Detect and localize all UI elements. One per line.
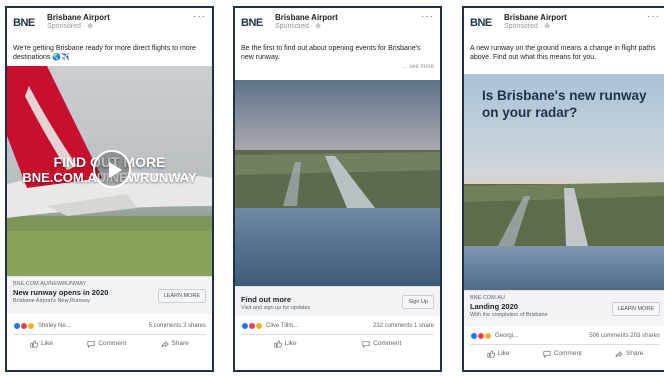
more-options-icon[interactable]: ··· bbox=[647, 11, 660, 22]
runway-photo[interactable]: Is Brisbane's new runway on your radar? bbox=[464, 74, 664, 290]
comment-share-count[interactable]: 232 comments 1 share bbox=[373, 323, 434, 329]
page-logo[interactable]: BNE bbox=[13, 17, 43, 29]
sponsored-label: Sponsored · ⊕ bbox=[275, 22, 321, 30]
page-name[interactable]: Brisbane Airport bbox=[504, 13, 567, 23]
share-icon bbox=[161, 340, 169, 347]
comment-icon bbox=[543, 350, 551, 358]
wow-reaction-icon bbox=[255, 322, 263, 330]
learn-more-button[interactable]: LEARN MORE bbox=[611, 301, 660, 316]
link-preview[interactable]: BNE.COM.AU/NEWRUNWAY New runway opens in… bbox=[7, 276, 212, 314]
sponsored-label: Sponsored · ⊕ bbox=[504, 22, 550, 30]
play-icon[interactable] bbox=[93, 150, 131, 188]
headline-overlay: Is Brisbane's new runway on your radar? bbox=[482, 88, 647, 120]
ad-card-radar: BNE Brisbane Airport Sponsored · ⊕ ··· A… bbox=[462, 6, 664, 372]
page-name[interactable]: Brisbane Airport bbox=[275, 13, 338, 23]
post-header: BNE Brisbane Airport Sponsored · ⊕ ··· bbox=[464, 8, 664, 44]
comment-button[interactable]: Comment bbox=[362, 340, 401, 348]
reactions-bar: Shirley Ne... 5 comments 3 shares bbox=[7, 318, 212, 334]
comment-icon bbox=[87, 340, 95, 348]
post-header: BNE Brisbane Airport Sponsored · ⊕ ··· bbox=[7, 8, 212, 44]
share-label: Share bbox=[626, 350, 644, 357]
like-button[interactable]: Like bbox=[30, 339, 54, 348]
like-label: Like bbox=[284, 340, 297, 347]
link-preview[interactable]: Find out more Visit and sign up for upda… bbox=[235, 286, 440, 316]
share-button[interactable]: Share bbox=[161, 340, 189, 348]
page-logo[interactable]: BNE bbox=[241, 17, 271, 29]
video-player[interactable]: FIND OUT MORE BNE.COM.AU/NEWRUNWAY bbox=[7, 66, 212, 276]
ad-card-video: BNE Brisbane Airport Sponsored · ⊕ ··· W… bbox=[5, 6, 214, 372]
post-actions: Like Comment bbox=[241, 334, 434, 352]
like-button[interactable]: Like bbox=[274, 339, 297, 348]
link-domain: BNE.COM.AU/NEWRUNWAY bbox=[13, 281, 87, 287]
share-button[interactable]: Share bbox=[615, 350, 643, 358]
thumbs-up-icon bbox=[30, 339, 39, 348]
reaction-names[interactable]: Clive Tillm... bbox=[266, 323, 298, 329]
reaction-names[interactable]: Georgi... bbox=[495, 333, 518, 339]
thumbs-up-icon bbox=[274, 339, 282, 348]
like-button[interactable]: Like bbox=[487, 349, 510, 358]
like-label: Like bbox=[497, 350, 510, 357]
thumbs-up-icon bbox=[487, 349, 495, 358]
runway-image bbox=[235, 80, 440, 286]
runway-photo[interactable] bbox=[235, 80, 440, 286]
ad-card-signup: BNE Brisbane Airport Sponsored · ⊕ ··· B… bbox=[233, 6, 442, 372]
comment-button[interactable]: Comment bbox=[543, 350, 582, 358]
post-header: BNE Brisbane Airport Sponsored · ⊕ ··· bbox=[235, 8, 440, 44]
page-logo[interactable]: BNE bbox=[470, 17, 500, 29]
more-options-icon[interactable]: ··· bbox=[421, 11, 434, 22]
learn-more-button[interactable]: LEARN MORE bbox=[157, 288, 206, 303]
reaction-names[interactable]: Shirley Ne... bbox=[38, 323, 71, 329]
comment-button[interactable]: Comment bbox=[87, 340, 126, 348]
link-preview[interactable]: BNE.COM.AU Landing 2020 With the complet… bbox=[464, 290, 664, 326]
sponsored-label: Sponsored · ⊕ bbox=[47, 22, 93, 30]
see-more-link[interactable]: ... see more bbox=[235, 64, 440, 80]
post-actions: Like Comment Share bbox=[13, 334, 206, 352]
post-caption: We're getting Brisbane ready for more di… bbox=[13, 45, 196, 62]
more-options-icon[interactable]: ··· bbox=[193, 11, 206, 22]
link-domain: BNE.COM.AU bbox=[470, 295, 505, 301]
comment-label: Comment bbox=[98, 340, 127, 347]
reactions-bar: Clive Tillm... 232 comments 1 share bbox=[235, 318, 440, 334]
comment-label: Comment bbox=[553, 350, 582, 357]
post-caption: A new runway on the ground means a chang… bbox=[470, 45, 656, 62]
comment-share-count[interactable]: 5 comments 3 shares bbox=[149, 323, 206, 329]
comment-share-count[interactable]: 506 comments 203 shares bbox=[589, 333, 660, 339]
wow-reaction-icon bbox=[484, 332, 492, 340]
comment-icon bbox=[362, 340, 370, 348]
sign-up-button[interactable]: Sign Up bbox=[402, 294, 434, 309]
share-icon bbox=[615, 350, 623, 357]
comment-label: Comment bbox=[373, 340, 402, 347]
page-name[interactable]: Brisbane Airport bbox=[47, 13, 110, 23]
reactions-bar: Georgi... 506 comments 203 shares bbox=[464, 328, 664, 344]
like-label: Like bbox=[41, 340, 54, 347]
post-caption: Be the first to find out about opening e… bbox=[241, 45, 421, 62]
wow-reaction-icon bbox=[27, 322, 35, 330]
post-actions: Like Comment Share bbox=[470, 344, 660, 362]
share-label: Share bbox=[171, 340, 189, 347]
